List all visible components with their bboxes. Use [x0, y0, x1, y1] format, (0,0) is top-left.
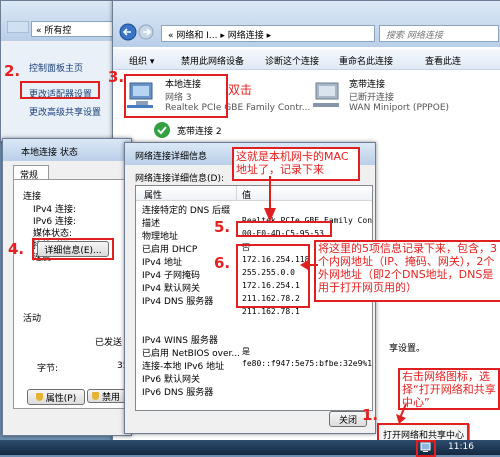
network-address-bar[interactable]: « 网络和 I... ▸ 网络连接 ▸	[161, 25, 375, 42]
step-4-label: 4.	[8, 240, 25, 258]
step-5-label: 5.	[214, 218, 231, 236]
network-search-box[interactable]: 搜索 网络连接	[379, 25, 499, 42]
control-panel-nav-icons[interactable]	[7, 21, 29, 33]
toolbar-view-status[interactable]: 查看此连	[425, 54, 461, 67]
properties-button[interactable]: 属性(P)	[27, 389, 85, 405]
close-button-label: 关闭	[338, 415, 357, 426]
step-3-label: 3.	[108, 68, 125, 86]
details-dialog-title: 网络连接详细信息	[135, 152, 208, 162]
control-panel-address-bar[interactable]: « 所有控	[31, 21, 121, 37]
details-row-property: IPv6 DNS 服务器	[142, 388, 214, 398]
activity-group-label: 活动	[23, 314, 42, 324]
mac-note-box: 这就是本机网卡的MAC地址了，记录下来	[232, 147, 360, 181]
broadband-icon	[313, 79, 343, 109]
disable-button-label: 禁用	[102, 392, 121, 403]
back-forward-buttons[interactable]	[119, 23, 155, 41]
tray-arrow	[396, 404, 407, 424]
status-dialog-titlebar: 本地连接 状态	[3, 139, 131, 161]
mac-arrow	[264, 176, 276, 222]
status-tab-general[interactable]: 常规	[13, 165, 49, 181]
highlight-details-button	[32, 238, 114, 260]
highlight-tray-icon	[416, 440, 436, 457]
adapter-broadband[interactable]: 宽带连接 已断开连接 WAN Miniport (PPPOE)	[313, 75, 493, 119]
mac-note-text: 这就是本机网卡的MAC地址了，记录下来	[236, 150, 349, 176]
status-dialog: 本地连接 状态 常规 连接 IPv4 连接: IPv6 连接: 媒体状态: 持续…	[2, 138, 132, 436]
broadband-2-icon	[153, 121, 171, 139]
details-row[interactable]: 连接-本地 IPv6 地址 fe80::f947:5e75:bfbe:32e9%1…	[136, 358, 373, 372]
details-row-value: 211.162.78.1	[242, 307, 300, 316]
details-list-header: 属性 值	[136, 186, 372, 201]
info-arrow	[300, 260, 318, 270]
adapter-broadband-device: WAN Miniport (PPPOE)	[349, 103, 450, 113]
info-note-box: 将这里的5项信息记录下来，包含，3个内网地址（IP、掩码、网关），2个外网地址（…	[314, 240, 500, 302]
highlight-ip-block	[236, 244, 310, 308]
adapter-broadband-name: 宽带连接	[349, 80, 386, 90]
info-note-text: 将这里的5项信息记录下来，包含，3个内网地址（IP、掩码、网关），2个外网地址（…	[318, 242, 497, 294]
col-value-header[interactable]: 值	[242, 188, 251, 201]
change-sharing-settings-link[interactable]: 更改高级共享设置	[29, 105, 101, 118]
details-row[interactable]: 连接特定的 DNS 后缀	[136, 202, 372, 216]
network-partial-text: 享设置。	[389, 344, 426, 354]
details-row[interactable]: 已启用 NetBIOS over... 是	[136, 345, 372, 359]
network-toolbar: 组织 ▾ 禁用此网络设备 诊断这个连接 重命名此连接 查看此连	[113, 49, 500, 70]
step-2-label: 2.	[4, 62, 21, 80]
tray-note-box: 右击网络图标，选择“打开网络和共享中心”	[398, 368, 500, 410]
adapter-broadband-2[interactable]: 宽带连接 2	[153, 121, 273, 143]
step-6-label: 6.	[214, 254, 231, 272]
details-subtitle: 网络连接详细信息(D):	[135, 174, 224, 184]
highlight-mac-address	[236, 221, 332, 237]
sent-label: 已发送	[95, 338, 123, 348]
back-arrow-icon[interactable]	[119, 23, 155, 41]
adapter-broadband-status: 已断开连接	[349, 93, 395, 103]
details-row-value: 是	[242, 347, 250, 356]
highlight-local-adapter	[124, 74, 228, 118]
properties-button-label: 属性(P)	[45, 393, 77, 404]
details-row[interactable]: IPv6 默认网关	[136, 371, 372, 385]
details-row[interactable]: IPv6 DNS 服务器	[136, 384, 372, 398]
connection-group-label: 连接	[23, 192, 42, 202]
toolbar-organize[interactable]: 组织 ▾	[129, 54, 154, 67]
control-panel-home-link[interactable]: 控制面板主页	[29, 61, 83, 74]
col-property-header[interactable]: 属性	[144, 188, 162, 201]
toolbar-diagnose[interactable]: 诊断这个连接	[265, 54, 319, 67]
bytes-label: 字节:	[37, 364, 59, 374]
tray-clock: 11:16	[448, 442, 474, 452]
toolbar-rename[interactable]: 重命名此连接	[339, 54, 393, 67]
step-1-label: 1.	[362, 406, 379, 424]
double-click-note: 双击	[228, 83, 253, 97]
details-row[interactable]	[136, 319, 372, 332]
network-search-placeholder: 搜索 网络连接	[386, 31, 443, 41]
shield-icon	[92, 392, 99, 400]
adapter-broadband-2-name: 宽带连接 2	[177, 127, 222, 137]
toolbar-disable-device[interactable]: 禁用此网络设备	[181, 54, 244, 67]
shield-icon	[35, 393, 43, 401]
status-dialog-title: 本地连接 状态	[21, 148, 78, 158]
network-breadcrumb: « 网络和 I... ▸ 网络连接 ▸	[168, 31, 272, 41]
address-text: « 所有控	[36, 26, 72, 36]
details-row-value: fe80::f947:5e75:bfbe:32e9%11	[242, 359, 373, 368]
details-row[interactable]: IPv4 WINS 服务器	[136, 332, 372, 346]
highlight-adapter-link	[20, 81, 100, 99]
tray-note-text: 右击网络图标，选择“打开网络和共享中心”	[402, 370, 496, 409]
